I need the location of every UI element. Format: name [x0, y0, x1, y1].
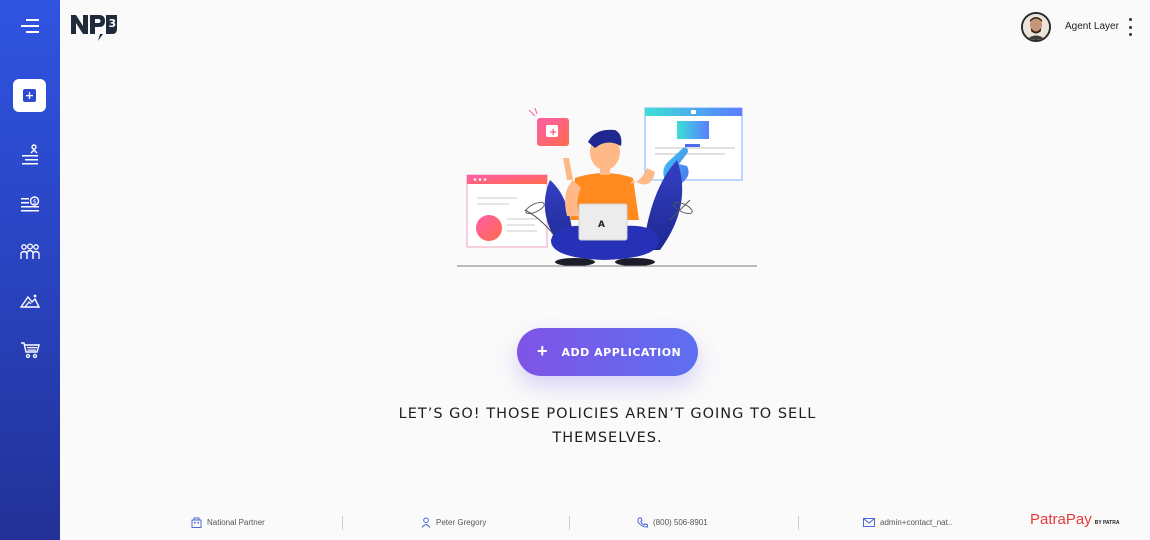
sidebar-item-store[interactable]: [0, 332, 60, 368]
user-name[interactable]: Agent Layer: [1065, 21, 1119, 32]
email-address[interactable]: admin+contact_nat..: [880, 518, 952, 527]
phone-icon: [637, 517, 648, 527]
svg-text:+: +: [549, 127, 557, 138]
company-name: National Partner: [207, 517, 265, 527]
svg-text:3: 3: [109, 17, 117, 30]
cart-icon: [21, 342, 40, 359]
footer-divider: [798, 516, 799, 530]
sidebar: + $: [0, 0, 60, 540]
footer-divider: [342, 516, 343, 530]
sidebar-item-add-application[interactable]: +: [13, 79, 46, 112]
plus-icon: +: [537, 341, 548, 361]
user-photo-icon: [1023, 14, 1049, 40]
menu-icon: [21, 19, 39, 33]
agents-tree-icon: [22, 144, 38, 165]
np3-logo[interactable]: 3: [70, 12, 120, 44]
commissions-list-icon: $: [21, 196, 40, 212]
tagline: LET’S GO! THOSE POLICIES AREN’T GOING TO…: [398, 406, 817, 446]
add-application-button[interactable]: + ADD APPLICATION: [517, 328, 698, 376]
svg-text:A: A: [598, 220, 605, 230]
sidebar-item-agents[interactable]: [0, 137, 60, 173]
team-icon: [20, 243, 40, 259]
phone-number[interactable]: (800) 506-8901: [653, 518, 708, 527]
sidebar-item-analytics[interactable]: [0, 283, 60, 319]
add-application-icon: +: [23, 89, 36, 102]
user-icon: [421, 516, 431, 528]
more-options-button[interactable]: [1124, 18, 1136, 36]
svg-text:$: $: [33, 199, 37, 206]
contact-name: Peter Gregory: [436, 517, 487, 527]
hero-illustration: + A: [455, 100, 760, 270]
footer-phone[interactable]: (800) 506-8901: [637, 515, 708, 529]
sidebar-item-team[interactable]: [0, 234, 60, 270]
footer-email[interactable]: admin+contact_nat..: [863, 515, 952, 529]
building-icon: [191, 517, 202, 528]
analytics-icon: [20, 294, 40, 308]
footer-divider: [569, 516, 570, 530]
patrapay-logo: PatraPay BY PATRA: [1030, 511, 1120, 528]
mail-icon: [863, 517, 875, 527]
menu-toggle-button[interactable]: [0, 8, 60, 44]
footer-contact: Peter Gregory: [421, 515, 486, 529]
footer-company: National Partner: [191, 515, 265, 529]
sidebar-item-commissions[interactable]: $: [0, 187, 60, 223]
avatar[interactable]: [1021, 12, 1051, 42]
add-application-label: ADD APPLICATION: [561, 345, 682, 359]
